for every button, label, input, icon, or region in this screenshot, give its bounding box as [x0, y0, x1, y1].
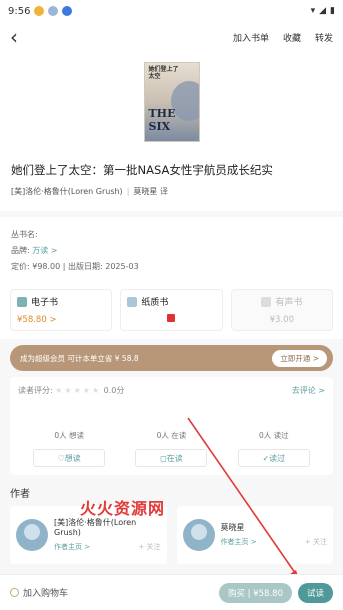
author-home-link[interactable]: 作者主页 >	[54, 542, 90, 552]
cart-label: 加入购物车	[23, 589, 69, 599]
want-read-button[interactable]: ♡ 想读	[33, 449, 106, 467]
cover-title-line1: 她们登上了	[148, 66, 179, 73]
notification-icon	[34, 6, 45, 16]
cart-icon	[10, 588, 19, 597]
status-time: 9:56	[8, 5, 31, 17]
add-to-cart-button[interactable]: 加入购物车	[10, 586, 68, 599]
translator-link[interactable]: 莫晓星	[133, 186, 157, 197]
translator-home-link[interactable]: 作者主页 >	[221, 537, 257, 547]
translator-card[interactable]: 莫晓星 作者主页 > + 关注	[176, 506, 333, 564]
rating-score: 0.0分	[103, 386, 125, 395]
avatar	[16, 519, 48, 551]
avatar	[182, 519, 215, 551]
wifi-icon: ▾	[310, 6, 316, 16]
buy-button[interactable]: 购买 | ¥58.80	[218, 582, 292, 603]
comment-link[interactable]: 去评论 >	[292, 385, 325, 396]
reading-count: 0人 在读	[156, 431, 187, 440]
format-paper-label: 纸质书	[141, 298, 169, 308]
read-count: 0人 读过	[258, 431, 289, 440]
want-read-label: 想读	[64, 453, 81, 463]
nav-actions: 加入书单 收藏 转发	[233, 31, 333, 44]
battery-icon: ▮	[330, 6, 335, 16]
store-icon	[167, 314, 176, 322]
add-to-list-button[interactable]: 加入书单	[233, 31, 269, 44]
cover-area: 她们登上了 太空 THE SIX	[0, 52, 343, 152]
reading-label: 在读	[166, 453, 183, 463]
read-button[interactable]: ✓ 读过	[237, 449, 310, 467]
ebook-icon	[17, 296, 27, 307]
format-options: 电子书 ¥58.80 > 纸质书 有声书 ¥3.00	[0, 283, 343, 339]
author-section-title: 作者	[10, 489, 30, 500]
read-label: 读过	[269, 453, 286, 463]
format-audiobook-price: ¥3.00	[269, 315, 294, 325]
book-cover[interactable]: 她们登上了 太空 THE SIX	[143, 62, 200, 142]
back-icon[interactable]: ‹	[10, 25, 26, 49]
price-date-row: 定价: ¥98.00 | 出版日期: 2025-03	[11, 262, 139, 271]
trial-read-button[interactable]: 试读	[297, 582, 333, 603]
translator-name: 莫晓星	[220, 523, 245, 532]
format-ebook-label: 电子书	[31, 298, 59, 308]
cloud-icon	[48, 6, 59, 16]
series-label: 丛书名:	[11, 230, 38, 239]
status-right: ▾ ◢ ▮	[311, 6, 335, 16]
format-audiobook-label: 有声书	[275, 298, 303, 308]
rating-card: 读者评分: ★★★★★ 0.0分 去评论 > 0人 想读 0人 在读 0人 读过…	[10, 377, 333, 475]
format-ebook-price: ¥58.80 >	[17, 315, 57, 325]
favorite-button[interactable]: 收藏	[283, 31, 301, 44]
signal-icon: ◢	[319, 6, 327, 16]
format-paper[interactable]: 纸质书	[120, 289, 223, 331]
vip-open-button[interactable]: 立即开通 >	[272, 349, 327, 367]
brand-link[interactable]: 万读 >	[32, 246, 57, 255]
cover-big-text: THE SIX	[148, 107, 176, 133]
cover-title-line2: 太空	[148, 73, 161, 80]
author-link[interactable]: [美]洛伦·格鲁什(Loren Grush)	[11, 186, 123, 197]
book-info: 丛书名: 品牌: 万读 > 定价: ¥98.00 | 出版日期: 2025-03	[0, 217, 343, 283]
translator-role: 译	[159, 187, 168, 196]
status-bar: 9:56 ▾ ◢ ▮	[0, 0, 343, 22]
author-section: 作者 [美]洛伦·格鲁什(Loren Grush) 作者主页 > + 关注 莫晓星…	[0, 475, 343, 564]
want-read-count: 0人 想读	[54, 431, 84, 440]
status-left: 9:56	[8, 5, 73, 17]
follow-button[interactable]: + 关注	[138, 542, 160, 552]
vip-banner[interactable]: 成为超级会员 可计本单立省 ¥ 58.8 立即开通 >	[10, 345, 333, 371]
rating-summary: 读者评分: ★★★★★ 0.0分	[18, 385, 124, 396]
bottom-bar: 加入购物车 购买 | ¥58.80 试读	[0, 574, 343, 610]
top-nav: ‹ 加入书单 收藏 转发	[0, 22, 343, 52]
book-title: 她们登上了太空：第一批NASA女性宇航员成长纪实	[0, 152, 343, 186]
share-button[interactable]: 转发	[315, 31, 333, 44]
format-audiobook[interactable]: 有声书 ¥3.00	[230, 289, 333, 331]
author-name: [美]洛伦·格鲁什(Loren Grush)	[54, 518, 137, 537]
rating-label: 读者评分:	[18, 386, 53, 395]
reading-button[interactable]: ◻ 在读	[135, 449, 208, 467]
watermark-text: 火火资源网	[80, 499, 166, 518]
brand-row: 品牌: 万读 >	[11, 243, 332, 259]
brand-label: 品牌:	[11, 246, 30, 255]
book-authors: [美]洛伦·格鲁什(Loren Grush) | 莫晓星 译	[0, 186, 343, 211]
app-icon	[62, 6, 73, 16]
follow-button[interactable]: + 关注	[305, 537, 327, 547]
rating-stars: ★★★★★	[55, 386, 102, 395]
audiobook-icon	[261, 296, 272, 307]
format-ebook[interactable]: 电子书 ¥58.80 >	[10, 289, 113, 331]
paper-book-icon	[127, 296, 138, 307]
vip-text: 成为超级会员 可计本单立省 ¥ 58.8	[20, 353, 139, 363]
